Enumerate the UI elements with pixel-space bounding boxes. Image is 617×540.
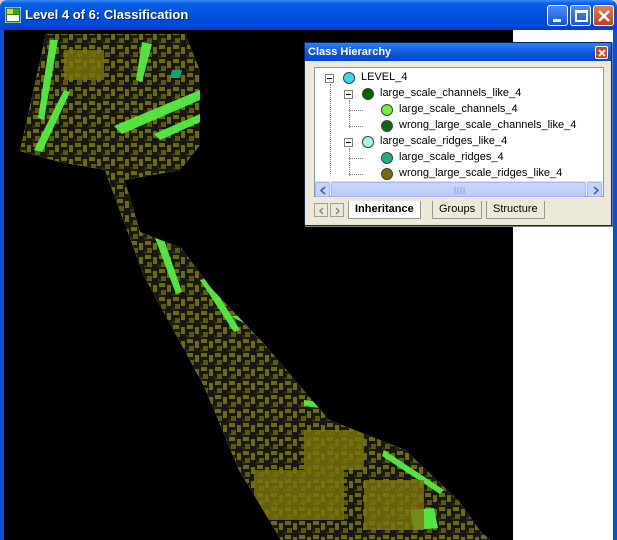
class-color-icon — [362, 136, 374, 148]
chevron-left-icon — [319, 207, 324, 215]
chevron-right-icon — [335, 207, 340, 215]
close-icon — [598, 49, 606, 57]
panel-title-bar[interactable]: Class Hierarchy — [305, 43, 611, 61]
chevron-left-icon — [319, 186, 326, 195]
tree-line — [330, 84, 331, 174]
class-tree[interactable]: LEVEL_4 large_scale_channels_like_4 larg… — [314, 67, 604, 197]
tree-line — [349, 158, 363, 159]
hierarchy-tabs: Inheritance Groups Structure — [314, 201, 604, 221]
class-color-icon — [362, 88, 374, 100]
close-icon — [598, 10, 610, 22]
classification-app-icon — [5, 7, 21, 23]
tree-item-label: wrong_large_scale_channels_like_4 — [399, 119, 577, 131]
minimize-icon — [553, 19, 561, 22]
close-button[interactable] — [593, 5, 614, 26]
class-color-icon — [381, 104, 393, 116]
tree-item-label: LEVEL_4 — [361, 71, 408, 83]
tab-scroll-right-button[interactable] — [330, 203, 344, 217]
collapse-icon[interactable] — [344, 90, 353, 99]
class-color-icon — [343, 72, 355, 84]
collapse-icon[interactable] — [344, 138, 353, 147]
class-color-icon — [381, 168, 393, 180]
panel-close-button[interactable] — [595, 46, 608, 59]
tree-item-label: large_scale_ridges_4 — [399, 151, 504, 163]
tab-structure[interactable]: Structure — [486, 201, 545, 219]
scroll-right-button[interactable] — [587, 182, 602, 197]
tab-groups[interactable]: Groups — [432, 201, 483, 219]
scroll-left-button[interactable] — [315, 182, 330, 197]
tree-item-label: wrong_large_scale_ridges_like_4 — [399, 167, 563, 179]
tree-item-label: large_scale_ridges_like_4 — [380, 135, 508, 147]
chevron-right-icon — [593, 186, 600, 195]
scroll-thumb[interactable] — [331, 182, 586, 197]
tree-item-label: large_scale_channels_like_4 — [380, 87, 522, 99]
tree-line — [349, 148, 350, 176]
window-title: Level 4 of 6: Classification — [25, 7, 189, 22]
horizontal-scrollbar[interactable] — [315, 181, 603, 197]
maximize-button[interactable] — [570, 5, 591, 26]
tree-line — [349, 110, 363, 111]
tree-line — [349, 126, 363, 127]
tab-inheritance[interactable]: Inheritance — [348, 201, 421, 219]
class-hierarchy-panel: Class Hierarchy LEVEL_4 large_scale_chan… — [304, 42, 612, 226]
grip-icon — [454, 187, 465, 194]
maximize-icon — [575, 10, 588, 22]
tab-scroll-left-button[interactable] — [314, 203, 328, 217]
minimize-button[interactable] — [547, 5, 568, 26]
class-color-icon — [381, 120, 393, 132]
tree-line — [349, 174, 363, 175]
collapse-icon[interactable] — [325, 74, 334, 83]
tree-item-label: large_scale_channels_4 — [399, 103, 518, 115]
title-bar[interactable]: Level 4 of 6: Classification — [0, 0, 617, 30]
panel-title: Class Hierarchy — [308, 46, 392, 58]
tree-line — [349, 100, 350, 128]
class-color-icon — [381, 152, 393, 164]
window-right-border — [613, 30, 617, 540]
